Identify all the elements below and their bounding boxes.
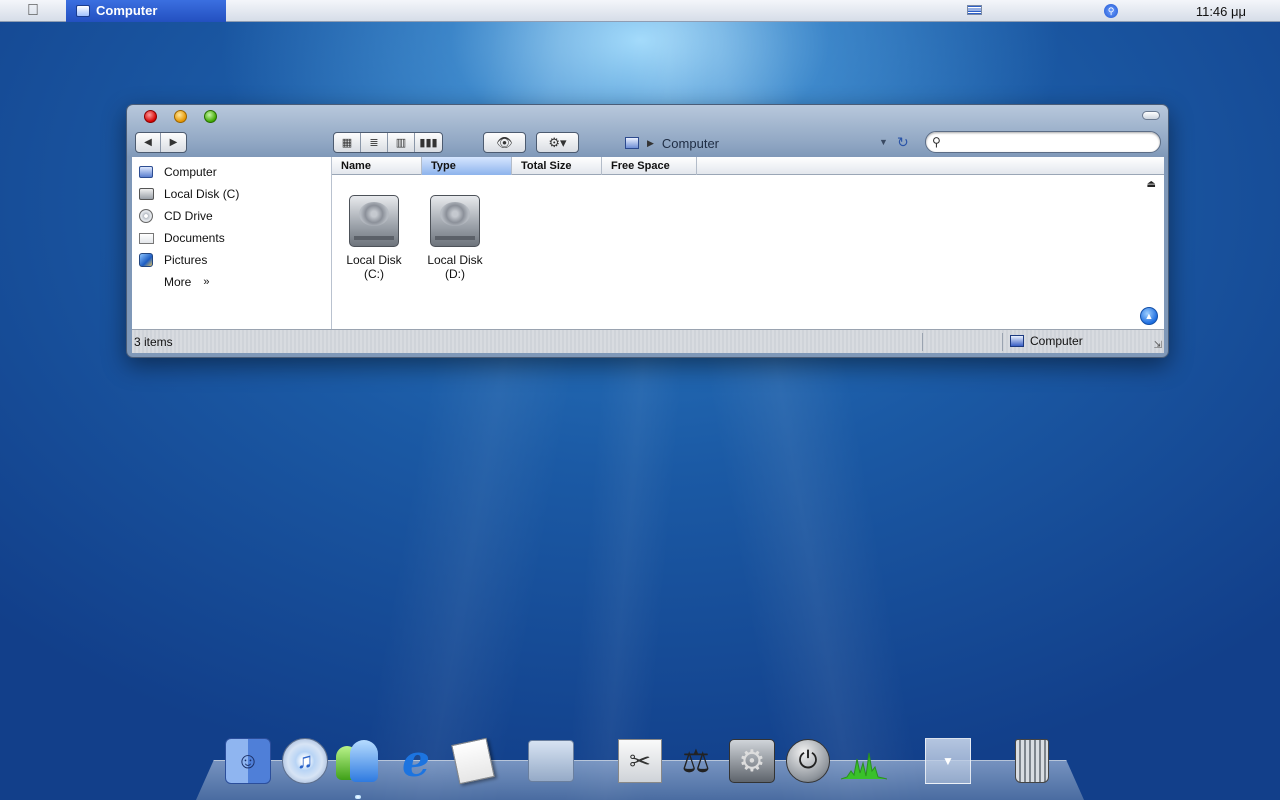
eject-icon[interactable]: ⏏ — [1147, 179, 1156, 190]
dock-textedit-icon[interactable] — [450, 737, 496, 785]
path-dropdown-icon[interactable]: ▼ — [879, 137, 888, 147]
pictures-icon — [138, 253, 154, 267]
column-header-type[interactable]: Type — [422, 157, 512, 175]
file-item-local-disk-d[interactable]: Local Disk (D:) — [415, 195, 495, 281]
file-item-label: Local Disk (C:) — [334, 253, 414, 281]
dock-messenger-icon[interactable] — [334, 738, 380, 784]
close-window-button[interactable] — [144, 110, 157, 123]
active-app-menu[interactable]: Computer — [66, 0, 226, 22]
view-mode-buttons: ▦ ≣ ▥ ▮▮▮ — [333, 132, 443, 153]
status-bar: 3 items Computer ⇲ — [132, 329, 1164, 353]
computer-icon — [76, 4, 90, 17]
sidebar-item-label: Computer — [164, 165, 217, 179]
dock-stack-icon[interactable]: ▼ — [925, 738, 971, 784]
dock-activity-monitor-icon[interactable] — [841, 738, 887, 784]
status-divider — [1002, 333, 1003, 351]
menu-bar:  Computer ⚲ 11:46 μμ — [0, 0, 1280, 22]
finder-window: ◀ ▶ ▦ ≣ ▥ ▮▮▮ 👁 ⚙▾ ▶ Computer ▼ ↻ ⚲ Comp… — [126, 104, 1169, 358]
running-indicator — [355, 795, 361, 799]
search-icon: ⚲ — [932, 135, 941, 149]
dock-power-icon[interactable]: ⏻ — [785, 738, 831, 784]
sidebar-item-local-disk[interactable]: Local Disk (C) — [132, 183, 331, 205]
sidebar: Computer Local Disk (C) CD Drive Documen… — [132, 157, 332, 329]
column-header-name[interactable]: Name — [332, 157, 422, 175]
refresh-icon[interactable]: ↻ — [897, 134, 909, 151]
column-header-free-space[interactable]: Free Space — [602, 157, 697, 175]
apple-menu-icon[interactable]:  — [0, 0, 66, 22]
dock-itunes-icon[interactable]: ♫ — [282, 738, 328, 784]
file-item-label-line2: (D:) — [445, 267, 465, 281]
column-header-total-size[interactable]: Total Size — [512, 157, 602, 175]
computer-icon — [625, 137, 639, 149]
dock-internet-explorer-icon[interactable]: e — [393, 736, 439, 787]
hard-disk-icon — [349, 195, 399, 247]
path-label: Computer — [661, 135, 719, 151]
status-divider — [922, 333, 923, 351]
path-separator-icon: ▶ — [647, 137, 654, 148]
file-content-area: Name Type Total Size Free Space ⏏ Local … — [332, 157, 1164, 329]
file-item-label-line1: Local Disk — [346, 253, 402, 267]
sidebar-item-pictures[interactable]: Pictures — [132, 249, 331, 271]
zoom-window-button[interactable] — [204, 110, 217, 123]
forward-button[interactable]: ▶ — [161, 133, 186, 152]
sidebar-item-more[interactable]: More » — [132, 271, 331, 293]
quick-look-button[interactable]: 👁 — [484, 133, 525, 152]
minimize-window-button[interactable] — [174, 110, 187, 123]
scroll-up-icon[interactable]: ▲ — [1140, 307, 1158, 325]
dock-finder-icon[interactable]: ☺ — [225, 738, 271, 784]
file-item-label: Local Disk (D:) — [415, 253, 495, 281]
status-location: Computer — [1010, 334, 1083, 348]
active-app-label: Computer — [96, 3, 158, 18]
path-breadcrumb[interactable]: ▶ Computer — [625, 134, 719, 152]
sidebar-item-cd-drive[interactable]: CD Drive — [132, 205, 331, 227]
hard-disk-icon — [138, 187, 154, 201]
sidebar-item-label: Pictures — [164, 253, 208, 267]
list-view-button[interactable]: ≣ — [361, 133, 388, 152]
action-menu-button[interactable]: ⚙▾ — [537, 133, 578, 152]
spotlight-search-icon[interactable]: ⚲ — [1104, 4, 1118, 18]
input-language-flag-icon[interactable] — [967, 5, 982, 15]
hard-disk-icon — [430, 195, 480, 247]
sidebar-item-documents[interactable]: Documents — [132, 227, 331, 249]
dock-trash-icon[interactable] — [1009, 738, 1055, 784]
status-location-label: Computer — [1030, 334, 1083, 348]
search-input[interactable] — [950, 135, 1160, 149]
quick-look-group: 👁 — [483, 132, 526, 153]
sidebar-item-label: Documents — [164, 231, 225, 245]
cd-icon — [138, 209, 154, 223]
file-item-local-disk-c[interactable]: Local Disk (C:) — [334, 195, 414, 281]
back-button[interactable]: ◀ — [136, 133, 161, 152]
sidebar-item-label: Local Disk (C) — [164, 187, 240, 201]
file-item-label-line1: Local Disk — [427, 253, 483, 267]
dock-system-preferences-icon[interactable]: ⚙ — [729, 738, 775, 784]
file-item-label-line2: (C:) — [364, 267, 384, 281]
coverflow-view-button[interactable]: ▮▮▮ — [415, 133, 442, 152]
sidebar-item-label: More — [164, 275, 192, 289]
resize-grip-icon[interactable]: ⇲ — [1154, 340, 1162, 351]
computer-icon — [1010, 335, 1024, 347]
computer-icon — [138, 165, 154, 179]
sidebar-item-label: CD Drive — [164, 209, 213, 223]
dock-scissors-icon[interactable]: ✂ — [617, 738, 663, 784]
column-view-button[interactable]: ▥ — [388, 133, 415, 152]
toolbar-toggle-button[interactable] — [1142, 111, 1160, 120]
chevron-right-icon: » — [203, 276, 210, 288]
documents-icon — [138, 231, 154, 245]
dock-utility-icon[interactable]: ⚖ — [673, 738, 719, 784]
column-header-row: Name Type Total Size Free Space — [332, 157, 1164, 175]
status-item-count: 3 items — [134, 334, 173, 349]
menu-clock[interactable]: 11:46 μμ — [1196, 4, 1246, 19]
navigation-buttons: ◀ ▶ — [135, 132, 187, 153]
action-menu-group: ⚙▾ — [536, 132, 579, 153]
search-field[interactable]: ⚲ — [925, 131, 1161, 153]
icon-view-button[interactable]: ▦ — [334, 133, 361, 152]
dock-applications-folder-icon[interactable] — [528, 738, 574, 784]
sidebar-item-computer[interactable]: Computer — [132, 161, 331, 183]
